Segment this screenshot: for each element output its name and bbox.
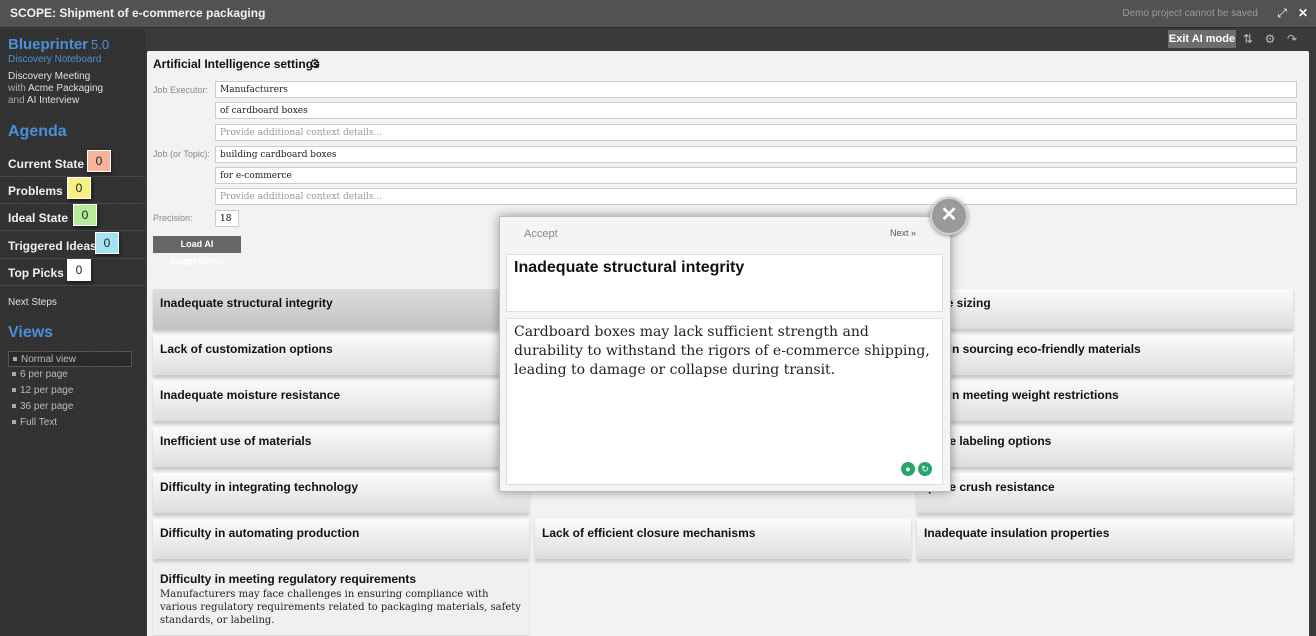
suggestion-card[interactable]: Inadequate insulation properties [917, 519, 1293, 559]
load-ai-suggestions-button[interactable]: Load AI Suggestions [153, 236, 241, 266]
next-steps-link[interactable]: Next Steps [8, 297, 57, 308]
bullet-icon [12, 420, 16, 425]
suggestion-title: Lack of customization options [160, 342, 333, 356]
modal-close-button[interactable]: ✕ [930, 197, 968, 235]
close-icon[interactable]: ✕ [1295, 5, 1311, 21]
meeting-info: Discovery Meeting with Acme Packaging an… [8, 71, 104, 106]
modal-description-box[interactable]: Cardboard boxes may lack sufficient stre… [506, 318, 943, 485]
suggestion-title: Inefficient use of materials [160, 434, 312, 448]
suggestion-card[interactable]: Lack of efficient closure mechanisms [535, 519, 911, 559]
agenda-count-badge[interactable]: 0 [73, 204, 97, 226]
suggestion-card[interactable]: Lack of customization options [153, 335, 529, 375]
agenda-item[interactable]: Current State 0 [0, 150, 145, 177]
suggestion-title: Lack of efficient closure mechanisms [542, 526, 756, 540]
job-topic-label: Job (or Topic): [153, 149, 210, 159]
bullet-icon [12, 372, 16, 377]
brand-subtitle: Discovery Noteboard [8, 54, 102, 65]
job-executor-context-input[interactable] [215, 124, 1297, 141]
suggestion-title: Inadequate moisture resistance [160, 388, 341, 402]
job-executor-label: Job Executor: [153, 85, 209, 95]
precision-input[interactable] [215, 210, 239, 227]
modal-description: Cardboard boxes may lack sufficient stre… [514, 324, 930, 378]
suggestion-modal: Accept Next » Inadequate structural inte… [499, 216, 951, 492]
suggestion-title: Difficulty in meeting regulatory require… [160, 572, 417, 586]
agenda-item[interactable]: Triggered Ideas 0 [0, 232, 145, 259]
next-button[interactable]: Next » [890, 228, 916, 238]
agenda-item[interactable]: Problems 0 [0, 177, 145, 204]
window-title: SCOPE: Shipment of e-commerce packaging [10, 6, 266, 20]
modal-title: Inadequate structural integrity [514, 259, 745, 276]
bullet-icon [12, 388, 16, 393]
suggestion-title: ulty in meeting weight restrictions [924, 388, 1119, 402]
suggestion-card[interactable]: quate crush resistance [917, 473, 1293, 513]
job-topic-input[interactable] [215, 146, 1297, 163]
agenda-count-badge[interactable]: 0 [67, 177, 91, 199]
bullet-icon [13, 357, 17, 362]
view-option[interactable]: Full Text [8, 415, 132, 431]
suggestion-card-expanded[interactable]: Difficulty in meeting regulatory require… [153, 565, 529, 635]
suggestion-card[interactable]: Difficulty in integrating technology [153, 473, 529, 513]
agenda-item-label[interactable]: Triggered Ideas [8, 239, 97, 253]
ai-settings-title: Artificial Intelligence settings [153, 57, 320, 71]
view-option[interactable]: 36 per page [8, 399, 132, 415]
views-heading: Views [8, 324, 54, 341]
suggestion-card[interactable]: urate sizing [917, 289, 1293, 329]
suggestion-title: Difficulty in automating production [160, 526, 360, 540]
suggestion-card[interactable]: ulty in sourcing eco-friendly materials [917, 335, 1293, 375]
suggestion-title: Inadequate structural integrity [160, 296, 333, 310]
suggestion-description: Manufacturers may face challenges in ens… [160, 589, 521, 626]
agenda-item-label[interactable]: Problems [8, 184, 63, 198]
accept-button[interactable]: Accept [524, 228, 558, 240]
agenda-item-label[interactable]: Current State [8, 157, 84, 171]
agenda-item-label[interactable]: Ideal State [8, 211, 68, 225]
sort-icon[interactable]: ⇅ [1240, 31, 1256, 47]
job-topic-context-input[interactable] [215, 188, 1297, 205]
view-option[interactable]: 12 per page [8, 383, 132, 399]
expand-icon[interactable]: ⤢ [1274, 5, 1290, 21]
agenda-heading: Agenda [8, 123, 67, 140]
agenda-count-badge[interactable]: 0 [87, 150, 111, 172]
share-icon[interactable]: ↷ [1284, 31, 1300, 47]
job-topic-detail-input[interactable] [215, 167, 1297, 184]
refresh-icon[interactable]: ↻ [918, 462, 932, 476]
agenda-item[interactable]: Ideal State 0 [0, 204, 145, 231]
suggestion-title: Inadequate insulation properties [924, 526, 1110, 540]
suggestion-card[interactable]: quate labeling options [917, 427, 1293, 467]
modal-title-box[interactable]: Inadequate structural integrity [506, 254, 943, 312]
precision-label: Precision: [153, 213, 193, 223]
suggestion-card[interactable]: Inadequate structural integrity [153, 289, 529, 329]
suggestion-card[interactable]: Difficulty in automating production [153, 519, 529, 559]
view-option[interactable]: 6 per page [8, 367, 132, 383]
view-option[interactable]: Normal view [8, 351, 132, 367]
suggestion-card[interactable]: Inefficient use of materials [153, 427, 529, 467]
suggestion-card[interactable]: ulty in meeting weight restrictions [917, 381, 1293, 421]
suggestion-card[interactable]: Inadequate moisture resistance [153, 381, 529, 421]
brand-logo: Blueprinter 5.0 [8, 36, 110, 53]
suggestion-title: ulty in sourcing eco-friendly materials [924, 342, 1141, 356]
job-executor-input[interactable] [215, 81, 1297, 98]
bullet-icon [12, 404, 16, 409]
demo-notice: Demo project cannot be saved [1122, 8, 1258, 19]
gear-icon[interactable]: ⚙ [309, 56, 321, 72]
sidebar: Blueprinter 5.0 Discovery Noteboard Disco… [0, 29, 145, 636]
job-executor-detail-input[interactable] [215, 102, 1297, 119]
settings-icon[interactable]: ⚙ [1262, 31, 1278, 47]
title-bar: SCOPE: Shipment of e-commerce packaging … [0, 0, 1316, 28]
agenda-item[interactable]: Top Picks 0 [0, 259, 145, 286]
location-pin-icon[interactable]: ● [901, 462, 915, 476]
agenda-item-label[interactable]: Top Picks [8, 266, 64, 280]
exit-ai-mode-button[interactable]: Exit AI mode [1168, 30, 1236, 48]
agenda-count-badge[interactable]: 0 [95, 232, 119, 254]
suggestion-title: Difficulty in integrating technology [160, 480, 358, 494]
agenda-count-badge[interactable]: 0 [67, 259, 91, 281]
views-list: Normal view 6 per page 12 per page 36 per p… [8, 351, 132, 431]
